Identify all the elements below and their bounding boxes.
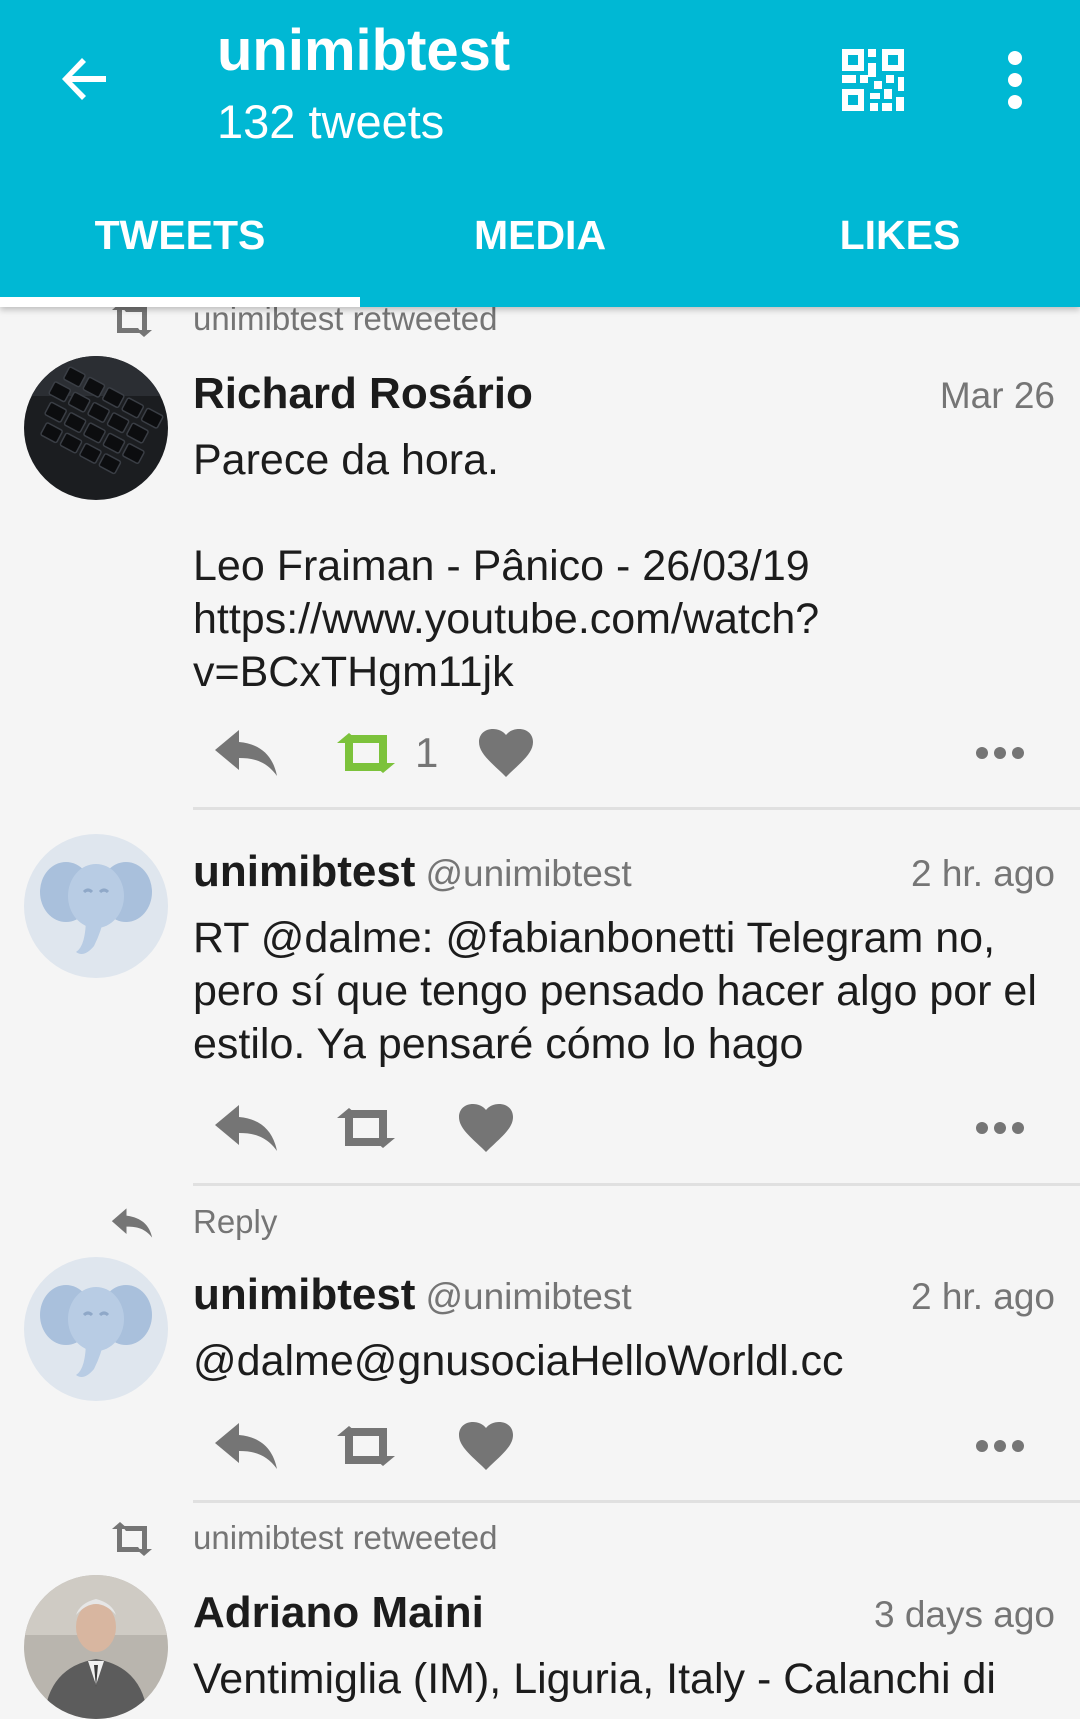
- reply-button[interactable]: [213, 1416, 279, 1476]
- tweet-count: 132 tweets: [217, 95, 445, 148]
- retweet-icon: [337, 733, 395, 773]
- retweet-icon: [112, 1522, 152, 1556]
- divider: [193, 1183, 1080, 1186]
- avatar[interactable]: [24, 834, 168, 978]
- tweet-text: @dalme@gnusociaHelloWorldl.cc: [193, 1337, 844, 1385]
- avatar[interactable]: [24, 1257, 168, 1401]
- retweet-icon: [112, 303, 152, 337]
- tab-tweets[interactable]: TWEETS: [0, 185, 360, 307]
- default-elephant-avatar: [24, 1257, 168, 1401]
- more-horiz-icon: [976, 747, 1024, 759]
- tweet-actions: [193, 1416, 1043, 1476]
- overflow-menu-button[interactable]: [995, 48, 1035, 112]
- reply-icon: [215, 730, 277, 776]
- author-name[interactable]: unimibtest @unimibtest: [193, 844, 632, 902]
- back-button[interactable]: [50, 44, 120, 114]
- like-button[interactable]: [478, 723, 534, 783]
- tweet-time: 2 hr. ago: [910, 853, 1055, 894]
- tweet-time: 2 hr. ago: [910, 1276, 1055, 1317]
- retweet-count: 1: [415, 729, 439, 776]
- app-bar: unimibtest 132 tweets TWEETS MEDIA LIKES: [0, 0, 1080, 307]
- page-title: unimibtest: [217, 18, 511, 83]
- heart-icon: [459, 1422, 513, 1470]
- tweet-time: 3 days ago: [873, 1594, 1055, 1635]
- reply-icon: [111, 1208, 153, 1238]
- tweet-time: Mar 26: [939, 375, 1055, 416]
- qr-code-button[interactable]: [840, 47, 906, 113]
- username-handle[interactable]: @unimibtest: [425, 1276, 631, 1317]
- default-elephant-avatar: [24, 834, 168, 978]
- retweet-button[interactable]: [333, 723, 399, 783]
- reply-button[interactable]: [213, 723, 279, 783]
- divider: [193, 1500, 1080, 1503]
- avatar[interactable]: [24, 1575, 168, 1719]
- tab-media[interactable]: MEDIA: [360, 185, 720, 307]
- more-options-button[interactable]: [975, 1416, 1025, 1476]
- avatar[interactable]: [24, 356, 168, 500]
- reply-context: Reply: [0, 1199, 1080, 1249]
- display-name[interactable]: unimibtest: [193, 1270, 415, 1319]
- heart-icon: [459, 1104, 513, 1152]
- qr-code-icon: [842, 49, 904, 111]
- more-vert-icon: [1008, 51, 1022, 109]
- display-name[interactable]: Adriano Maini: [193, 1588, 484, 1637]
- heart-icon: [479, 729, 533, 777]
- more-options-button[interactable]: [975, 1098, 1025, 1158]
- author-name[interactable]: unimibtest @unimibtest: [193, 1267, 632, 1325]
- retweet-icon: [337, 1426, 395, 1466]
- tweet-actions: 1: [193, 723, 1043, 783]
- more-options-button[interactable]: [975, 723, 1025, 783]
- display-name[interactable]: unimibtest: [193, 847, 415, 896]
- tab-likes[interactable]: LIKES: [720, 185, 1080, 307]
- author-name[interactable]: Richard Rosário: [193, 366, 533, 422]
- reply-icon: [215, 1105, 277, 1151]
- more-horiz-icon: [976, 1440, 1024, 1452]
- display-name[interactable]: Richard Rosário: [193, 369, 533, 418]
- author-name[interactable]: Adriano Maini: [193, 1585, 484, 1641]
- profile-tabs: TWEETS MEDIA LIKES: [0, 185, 1080, 307]
- reply-icon: [215, 1423, 277, 1469]
- username-handle[interactable]: @unimibtest: [425, 853, 631, 894]
- context-label: unimibtest retweeted: [193, 1519, 498, 1556]
- retweet-icon: [337, 1108, 395, 1148]
- keyboard-avatar-image: [24, 356, 168, 500]
- retweet-button[interactable]: [333, 1416, 399, 1476]
- retweet-button[interactable]: [333, 1098, 399, 1158]
- person-photo-avatar: [24, 1575, 168, 1719]
- tweet-text: Ventimiglia (IM), Liguria, Italy - Calan…: [193, 1655, 996, 1703]
- reply-button[interactable]: [213, 1098, 279, 1158]
- divider: [193, 807, 1080, 810]
- like-button[interactable]: [458, 1416, 514, 1476]
- retweet-context: unimibtest retweeted: [0, 1515, 1080, 1565]
- tweet-text: RT @dalme: @fabianbonetti Telegram no, p…: [193, 914, 1049, 1068]
- like-button[interactable]: [458, 1098, 514, 1158]
- context-label: Reply: [193, 1203, 278, 1240]
- more-horiz-icon: [976, 1122, 1024, 1134]
- tweet-actions: [193, 1098, 1043, 1158]
- arrow-back-icon: [62, 58, 106, 100]
- tweet-text: Parece da hora. Leo Fraiman - Pânico - 2…: [193, 436, 820, 696]
